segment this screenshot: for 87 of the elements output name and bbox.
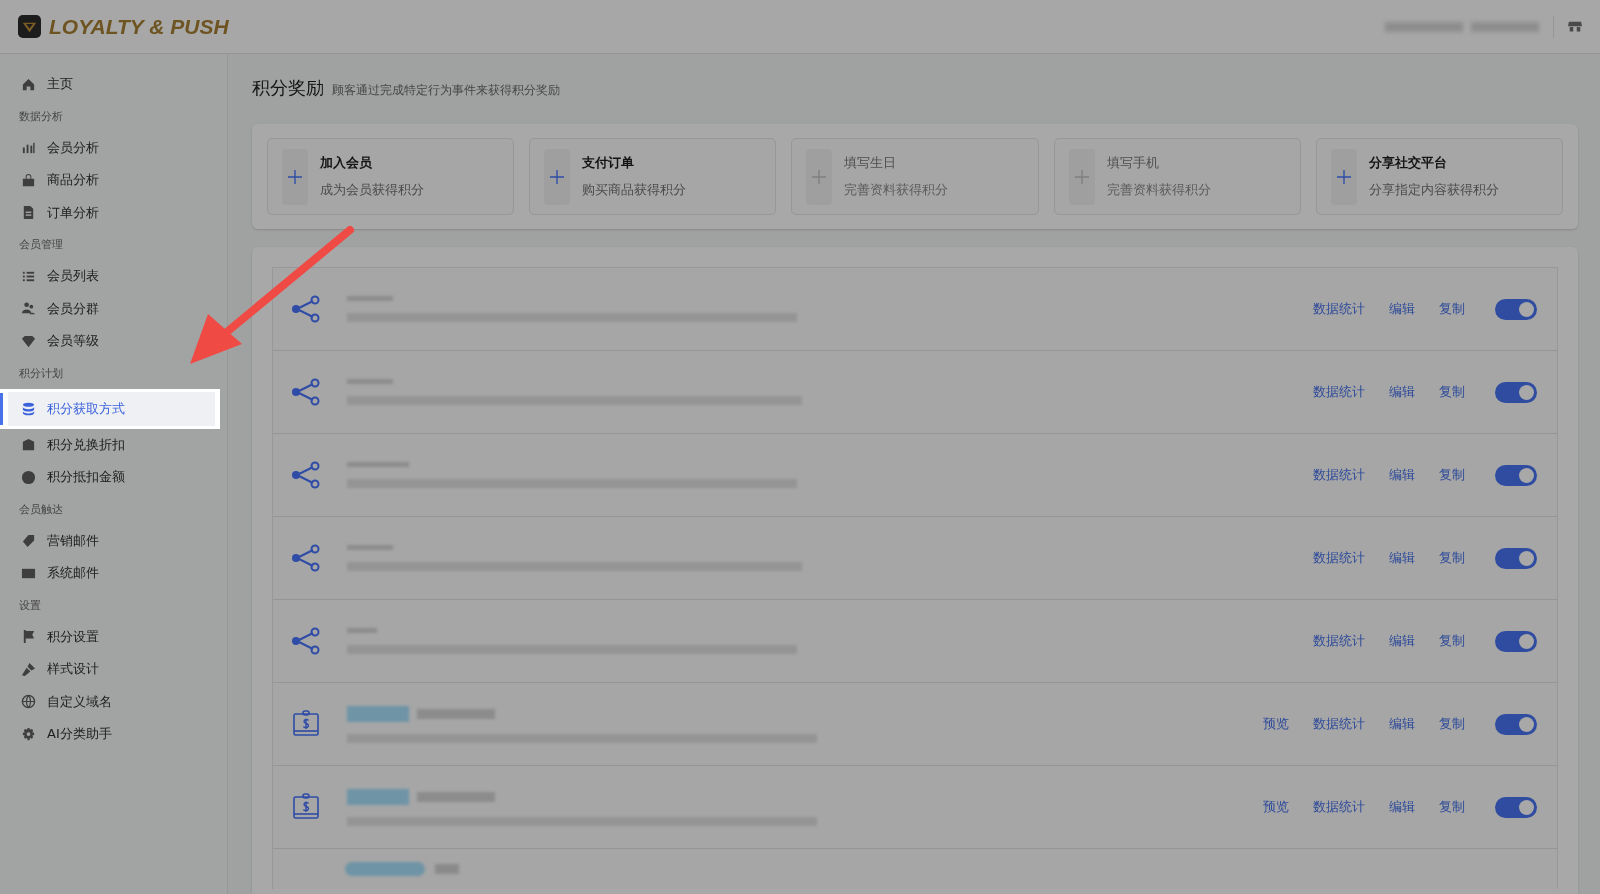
- redacted-text: [347, 788, 409, 805]
- sidebar-item[interactable]: 自定义域名: [0, 685, 112, 718]
- sidebar-item[interactable]: 积分获取方式: [8, 391, 215, 426]
- action-link[interactable]: 复制: [1439, 466, 1465, 484]
- action-link[interactable]: 预览: [1263, 715, 1289, 733]
- sidebar-item[interactable]: 系统邮件: [0, 557, 99, 590]
- action-link[interactable]: 编辑: [1389, 466, 1415, 484]
- action-link[interactable]: 复制: [1439, 300, 1465, 318]
- box-icon: [21, 437, 36, 453]
- section-heading: 设置: [18, 597, 42, 614]
- bar-chart-icon: [21, 140, 36, 156]
- sidebar-item[interactable]: AI分类助手: [0, 718, 112, 751]
- plus-icon: [1074, 169, 1089, 184]
- plus-icon: [288, 169, 302, 184]
- action-link[interactable]: 编辑: [1389, 383, 1415, 401]
- bag-icon: [21, 172, 36, 188]
- brand-name: LOYALTY & PUSH: [49, 14, 229, 39]
- action-link[interactable]: 数据统计: [1313, 798, 1365, 816]
- sidebar-item[interactable]: 会员列表: [0, 260, 99, 293]
- sidebar-item[interactable]: 会员等级: [0, 325, 99, 358]
- share-icon: [291, 377, 321, 407]
- sidebar-item[interactable]: 商品分析: [0, 164, 99, 197]
- share-icon: [291, 543, 321, 573]
- section-heading: 会员触达: [18, 501, 64, 518]
- section-heading: 数据分析: [18, 108, 64, 125]
- sidebar-item[interactable]: 样式设计: [0, 653, 99, 686]
- tag-icon: [21, 533, 36, 549]
- sidebar-item[interactable]: 会员分群: [0, 292, 99, 325]
- sidebar-item[interactable]: 订单分析: [0, 196, 99, 229]
- clipboard-dollar-icon: [291, 709, 321, 739]
- share-icon: [291, 626, 321, 656]
- store-icon[interactable]: [1568, 19, 1582, 34]
- toggle-switch[interactable]: [1495, 298, 1537, 320]
- globe-icon: [21, 694, 36, 710]
- action-link[interactable]: 数据统计: [1313, 383, 1365, 401]
- action-link[interactable]: 编辑: [1389, 798, 1415, 816]
- action-link[interactable]: 数据统计: [1313, 632, 1365, 650]
- toggle-switch[interactable]: [1495, 547, 1537, 569]
- toggle-switch[interactable]: [1495, 381, 1537, 403]
- action-link[interactable]: 复制: [1439, 632, 1465, 650]
- action-link[interactable]: 复制: [1439, 383, 1465, 401]
- sidebar-item[interactable]: 积分设置: [0, 620, 99, 653]
- action-link[interactable]: 编辑: [1389, 632, 1415, 650]
- action-link[interactable]: 数据统计: [1313, 300, 1365, 318]
- sidebar-item[interactable]: 积分兑换折扣: [0, 428, 125, 461]
- sidebar-item[interactable]: 主页: [0, 68, 73, 101]
- flag-icon: [21, 629, 36, 645]
- sidebar-item[interactable]: 会员分析: [0, 131, 99, 164]
- action-link[interactable]: 复制: [1439, 549, 1465, 567]
- action-link[interactable]: 数据统计: [1313, 715, 1365, 733]
- toggle-switch[interactable]: [1495, 796, 1537, 818]
- redacted-text: [347, 705, 409, 722]
- event-card[interactable]: 分享社交平台 分享指定内容获得积分: [1315, 138, 1563, 215]
- toggle-switch[interactable]: [1495, 630, 1537, 652]
- action-link[interactable]: 数据统计: [1313, 466, 1365, 484]
- section-heading: 积分计划: [18, 365, 64, 382]
- action-link[interactable]: 数据统计: [1313, 549, 1365, 567]
- action-link[interactable]: 复制: [1439, 715, 1465, 733]
- action-link[interactable]: 复制: [1439, 798, 1465, 816]
- sidebar-item[interactable]: 营销邮件: [0, 524, 99, 557]
- action-link[interactable]: 预览: [1263, 798, 1289, 816]
- redacted-text: [435, 864, 459, 874]
- clipboard-dollar-icon: [291, 792, 321, 822]
- sidebar-item[interactable]: 积分抵扣金额: [0, 461, 125, 494]
- plus-icon: [812, 169, 827, 184]
- toggle-switch[interactable]: [1495, 713, 1537, 735]
- event-card[interactable]: 加入会员 成为会员获得积分: [267, 138, 515, 215]
- action-link[interactable]: 编辑: [1389, 715, 1415, 733]
- document-icon: [21, 205, 36, 221]
- event-card[interactable]: 支付订单 购买商品获得积分: [529, 138, 777, 215]
- section-heading: 会员管理: [18, 237, 64, 253]
- brush-icon: [21, 661, 36, 677]
- action-link[interactable]: 编辑: [1389, 549, 1415, 567]
- diamond-icon: [21, 333, 36, 349]
- page-title: 积分奖励: [252, 76, 324, 100]
- users-icon: [21, 301, 36, 317]
- plus-icon: [1336, 169, 1351, 184]
- home-icon: [21, 76, 36, 92]
- plus-icon: [550, 169, 565, 184]
- settings-icon: [21, 726, 36, 742]
- logo-icon: [18, 15, 41, 38]
- toggle-switch[interactable]: [1495, 464, 1537, 486]
- database-icon: [21, 401, 36, 416]
- page-subtitle: 顾客通过完成特定行为事件来获得积分奖励: [332, 82, 560, 99]
- share-icon: [291, 460, 321, 490]
- action-link[interactable]: 编辑: [1389, 300, 1415, 318]
- share-icon: [291, 294, 321, 324]
